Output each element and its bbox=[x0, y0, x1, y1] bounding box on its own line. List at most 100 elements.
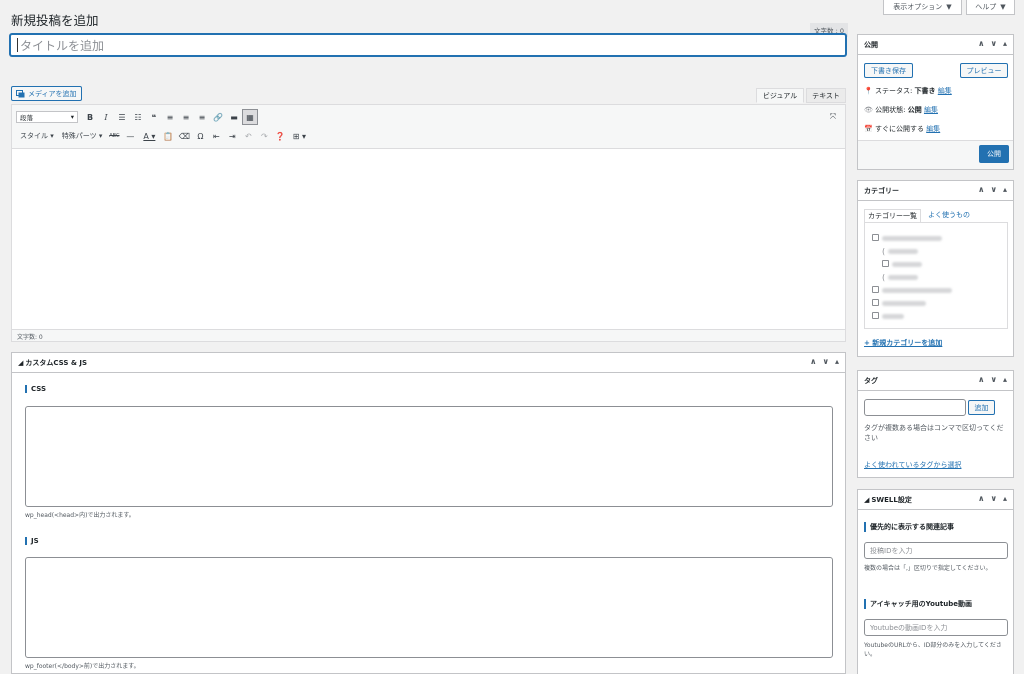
category-checkbox[interactable] bbox=[882, 260, 889, 267]
css-textarea[interactable] bbox=[25, 406, 833, 507]
outdent-icon[interactable]: ⇤ bbox=[208, 128, 224, 144]
category-checkbox[interactable] bbox=[872, 299, 879, 306]
category-item[interactable] bbox=[872, 299, 926, 308]
category-item[interactable] bbox=[872, 234, 942, 243]
js-note: wp_footer(</body>前)で出力されます。 bbox=[25, 663, 140, 670]
related-posts-label: 優先的に表示する関連記事 bbox=[864, 522, 954, 532]
collapse-icon[interactable]: ▴ bbox=[1003, 185, 1007, 194]
related-posts-input[interactable]: 投稿IDを入力 bbox=[864, 542, 1008, 559]
text-color-icon[interactable]: A ▾ bbox=[138, 128, 160, 144]
page-title: 新規投稿を追加 bbox=[11, 13, 99, 28]
choose-popular-tags-link[interactable]: よく使われているタグから選択 bbox=[864, 460, 961, 470]
clear-formatting-icon[interactable]: ⌫ bbox=[176, 128, 192, 144]
bullet-list-icon[interactable]: ☰ bbox=[114, 109, 130, 125]
collapse-icon[interactable]: ▴ bbox=[1003, 494, 1007, 503]
js-textarea[interactable] bbox=[25, 557, 833, 658]
add-media-button[interactable]: メディアを追加 bbox=[11, 86, 82, 101]
blurred-label bbox=[881, 314, 904, 319]
category-item[interactable] bbox=[872, 312, 904, 321]
bold-icon[interactable]: B bbox=[82, 109, 98, 125]
post-title-input[interactable]: タイトルを追加 bbox=[10, 34, 846, 56]
undo-icon[interactable]: ↶ bbox=[240, 128, 256, 144]
tags-hint: タグが複数ある場合はコンマで区切ってください bbox=[864, 424, 1004, 442]
schedule-label: すぐに公開する bbox=[874, 125, 924, 133]
caret-down-icon: ▾ bbox=[70, 113, 74, 121]
category-item[interactable] bbox=[872, 286, 952, 295]
swell-settings-header[interactable]: ◢ SWELL設定 ∧ ∨ ▴ bbox=[858, 490, 1013, 510]
help-icon[interactable]: ❓ bbox=[272, 128, 288, 144]
move-up-icon[interactable]: ∧ bbox=[978, 185, 985, 194]
preview-button[interactable]: プレビュー bbox=[960, 63, 1008, 78]
tab-popular-categories[interactable]: よく使うもの bbox=[928, 210, 970, 220]
save-draft-button[interactable]: 下書き保存 bbox=[864, 63, 913, 78]
visibility-label: 公開状態: bbox=[875, 106, 906, 114]
table-icon[interactable]: ⊞ ▾ bbox=[288, 128, 310, 144]
move-down-icon[interactable]: ∨ bbox=[990, 185, 997, 194]
category-item[interactable]: ( bbox=[882, 247, 918, 256]
move-up-icon[interactable]: ∧ bbox=[810, 357, 817, 366]
category-checkbox[interactable] bbox=[872, 234, 879, 241]
swell-settings-box: ◢ SWELL設定 ∧ ∨ ▴ 優先的に表示する関連記事 投稿IDを入力 複数の… bbox=[857, 489, 1014, 674]
tab-all-categories[interactable]: カテゴリー一覧 bbox=[864, 209, 921, 222]
align-center-icon[interactable]: ≡ bbox=[178, 109, 194, 125]
align-right-icon[interactable]: ≡ bbox=[194, 109, 210, 125]
fullscreen-icon[interactable]: ⤧ bbox=[825, 109, 841, 125]
style-dropdown[interactable]: スタイル ▾ bbox=[16, 131, 58, 141]
strikethrough-icon[interactable]: ABC bbox=[106, 128, 122, 144]
align-left-icon[interactable]: ≡ bbox=[162, 109, 178, 125]
youtube-hint: YoutubeのURLから、ID部分のみを入力してください。 bbox=[864, 642, 1002, 658]
blockquote-icon[interactable]: ❝ bbox=[146, 109, 162, 125]
tab-text[interactable]: テキスト bbox=[806, 88, 846, 103]
tag-input[interactable] bbox=[864, 399, 966, 416]
indent-icon[interactable]: ⇥ bbox=[224, 128, 240, 144]
category-checkbox[interactable] bbox=[872, 312, 879, 319]
category-item[interactable] bbox=[882, 260, 922, 269]
collapse-icon[interactable]: ▴ bbox=[1003, 39, 1007, 48]
collapse-icon[interactable]: ▴ bbox=[835, 357, 839, 366]
move-down-icon[interactable]: ∨ bbox=[990, 494, 997, 503]
screen-options-button[interactable]: 表示オプション ▼ bbox=[883, 0, 962, 15]
paste-text-icon[interactable]: 📋 bbox=[160, 128, 176, 144]
add-tag-button[interactable]: 追加 bbox=[968, 400, 995, 415]
edit-schedule-link[interactable]: 編集 bbox=[926, 125, 940, 133]
help-button[interactable]: ヘルプ ▼ bbox=[966, 0, 1015, 15]
special-parts-dropdown[interactable]: 特殊パーツ ▾ bbox=[58, 131, 107, 141]
collapse-icon[interactable]: ▴ bbox=[1003, 375, 1007, 384]
custom-css-js-header[interactable]: ◢ カスタムCSS & JS ∧ ∨ ▴ bbox=[12, 353, 845, 373]
category-checkbox[interactable] bbox=[872, 286, 879, 293]
read-more-icon[interactable]: ▬ bbox=[226, 109, 242, 125]
status-value: 下書き bbox=[914, 87, 936, 95]
move-down-icon[interactable]: ∨ bbox=[990, 375, 997, 384]
caret-down-icon: ▼ bbox=[946, 3, 952, 11]
add-media-label: メディアを追加 bbox=[28, 89, 77, 98]
editor-wordcount: 文字数: 0 bbox=[12, 329, 845, 341]
publish-header[interactable]: 公開 ∧ ∨ ▴ bbox=[858, 35, 1013, 55]
move-up-icon[interactable]: ∧ bbox=[978, 39, 985, 48]
italic-icon[interactable]: I bbox=[98, 109, 114, 125]
caret-down-icon: ▼ bbox=[1000, 3, 1006, 11]
move-down-icon[interactable]: ∨ bbox=[822, 357, 829, 366]
tab-visual[interactable]: ビジュアル bbox=[756, 88, 804, 103]
horizontal-line-icon[interactable]: — bbox=[122, 128, 138, 144]
redo-icon[interactable]: ↷ bbox=[256, 128, 272, 144]
move-up-icon[interactable]: ∧ bbox=[978, 494, 985, 503]
format-select[interactable]: 段落 ▾ bbox=[16, 111, 78, 123]
content-editor[interactable]: 段落 ▾ B I ☰ ☷ ❝ ≡ ≡ ≡ 🔗 ▬ ▦ ⤧ スタイル ▾ 特殊パー… bbox=[11, 104, 846, 342]
youtube-id-input[interactable]: Youtubeの動画IDを入力 bbox=[864, 619, 1008, 636]
special-character-icon[interactable]: Ω bbox=[192, 128, 208, 144]
categories-header[interactable]: カテゴリー ∧ ∨ ▴ bbox=[858, 181, 1013, 201]
add-new-category-link[interactable]: + 新規カテゴリーを追加 bbox=[864, 338, 942, 348]
add-tag-label: 追加 bbox=[974, 403, 989, 412]
move-up-icon[interactable]: ∧ bbox=[978, 375, 985, 384]
edit-visibility-link[interactable]: 編集 bbox=[924, 106, 938, 114]
publish-button[interactable]: 公開 bbox=[979, 145, 1009, 163]
toolbar-toggle-icon[interactable]: ▦ bbox=[242, 109, 258, 125]
category-item[interactable]: ( bbox=[882, 273, 918, 282]
link-icon[interactable]: 🔗 bbox=[210, 109, 226, 125]
edit-status-link[interactable]: 編集 bbox=[938, 87, 952, 95]
move-down-icon[interactable]: ∨ bbox=[990, 39, 997, 48]
media-icon bbox=[16, 89, 25, 97]
numbered-list-icon[interactable]: ☷ bbox=[130, 109, 146, 125]
tags-header[interactable]: タグ ∧ ∨ ▴ bbox=[858, 371, 1013, 391]
categories-title: カテゴリー bbox=[864, 186, 899, 195]
